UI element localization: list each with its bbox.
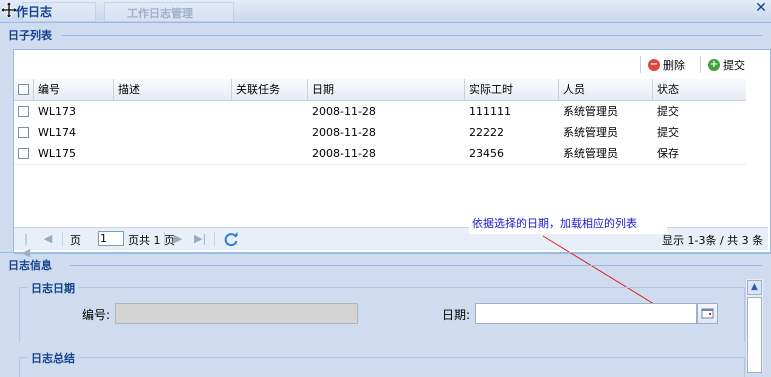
cell-description — [114, 143, 118, 164]
date-field[interactable] — [475, 303, 697, 324]
log-summary-fieldset — [19, 357, 745, 377]
window-title-bar[interactable]: 工作日志管理 作日志 ✕ — [0, 0, 771, 23]
toolbar-separator — [700, 56, 701, 73]
table-row[interactable]: WL174 2008-11-28 22222 系统管理员 提交 — [14, 122, 746, 144]
cell-actual-hours: 111111 — [469, 105, 511, 118]
column-header-status[interactable]: 状态 — [653, 79, 746, 100]
page-prefix: 页 — [70, 234, 81, 247]
date-picker-trigger[interactable] — [697, 303, 718, 324]
grid-header: 编号 描述 关联任务 日期 实际工时 人员 状态 — [14, 79, 746, 101]
column-header-description[interactable]: 描述 — [114, 79, 232, 100]
cell-related-task — [232, 143, 236, 164]
cell-actual-hours: 22222 — [469, 126, 504, 139]
column-header-date[interactable]: 日期 — [308, 79, 465, 100]
cell-actual-hours: 23456 — [469, 147, 504, 160]
column-header-id[interactable]: 编号 — [34, 79, 114, 100]
column-header-actual-hours[interactable]: 实际工时 — [465, 79, 559, 100]
next-page-icon[interactable]: ▶ — [172, 232, 184, 246]
log-date-legend: 日志日期 — [28, 280, 78, 296]
detail-panel-title: 日志信息 — [8, 259, 52, 272]
table-row[interactable]: WL173 2008-11-28 111111 系统管理员 提交 — [14, 101, 746, 123]
pager-separator — [164, 232, 165, 246]
background-tab-work-log: 工作日志管理 — [104, 2, 234, 22]
close-icon[interactable]: ✕ — [754, 1, 768, 15]
scroll-up-icon[interactable]: ▲ — [747, 280, 762, 295]
cell-id: WL174 — [38, 126, 77, 139]
move-cursor-icon — [1, 2, 17, 18]
last-page-icon[interactable]: ▶| — [194, 232, 206, 246]
toolbar-separator — [640, 56, 641, 73]
log-summary-legend: 日志总结 — [28, 350, 78, 366]
page-number-input[interactable] — [98, 231, 124, 246]
delete-button[interactable]: − 删除 — [648, 57, 685, 73]
row-checkbox[interactable] — [18, 127, 29, 138]
submit-button[interactable]: + 提交 — [708, 57, 745, 73]
delete-button-label: 删除 — [663, 59, 685, 72]
page-total: 页共 1 页 — [128, 234, 175, 247]
cell-description — [114, 101, 118, 122]
list-panel-title: 日子列表 — [8, 29, 52, 42]
cell-related-task — [232, 101, 236, 122]
submit-button-label: 提交 — [723, 59, 745, 72]
select-all-checkbox[interactable] — [18, 84, 29, 95]
cell-status: 保存 — [657, 147, 679, 160]
first-page-icon[interactable]: |◀ — [20, 232, 32, 259]
pager-separator — [214, 232, 215, 246]
list-panel-divider — [62, 35, 762, 36]
row-checkbox[interactable] — [18, 106, 29, 117]
background-tab-label: 工作日志管理 — [127, 7, 193, 20]
cell-description — [114, 122, 118, 143]
calendar-icon — [701, 308, 714, 319]
detail-scrollbar[interactable]: ▲ — [745, 279, 763, 373]
cell-status: 提交 — [657, 126, 679, 139]
cell-date: 2008-11-28 — [312, 105, 376, 118]
cell-date: 2008-11-28 — [312, 126, 376, 139]
id-field[interactable] — [115, 303, 358, 324]
cell-status: 提交 — [657, 105, 679, 118]
cell-person: 系统管理员 — [563, 126, 618, 139]
add-icon: + — [708, 59, 720, 71]
display-info: 显示 1-3条 / 共 3 条 — [662, 234, 764, 247]
annotation-note: 依据选择的日期，加载相应的列表 — [469, 214, 667, 234]
cell-id: WL173 — [38, 105, 77, 118]
window-title: 作日志 — [16, 5, 53, 19]
cell-person: 系统管理员 — [563, 105, 618, 118]
id-label: 编号: — [82, 308, 111, 322]
cell-id: WL175 — [38, 147, 77, 160]
header-select-all[interactable] — [14, 79, 34, 100]
table-row[interactable]: WL175 2008-11-28 23456 系统管理员 保存 — [14, 143, 746, 165]
row-checkbox[interactable] — [18, 148, 29, 159]
cell-date: 2008-11-28 — [312, 147, 376, 160]
column-header-related-task[interactable]: 关联任务 — [232, 79, 308, 100]
panel-split — [0, 252, 771, 253]
prev-page-icon[interactable]: ◀ — [42, 232, 54, 246]
refresh-icon[interactable] — [223, 231, 239, 247]
cell-person: 系统管理员 — [563, 147, 618, 160]
column-header-person[interactable]: 人员 — [559, 79, 653, 100]
delete-icon: − — [648, 59, 660, 71]
pager-separator — [62, 232, 63, 246]
scrollbar-thumb[interactable] — [747, 297, 762, 373]
date-label: 日期: — [442, 308, 471, 322]
detail-panel-divider — [70, 265, 762, 266]
cell-related-task — [232, 122, 236, 143]
